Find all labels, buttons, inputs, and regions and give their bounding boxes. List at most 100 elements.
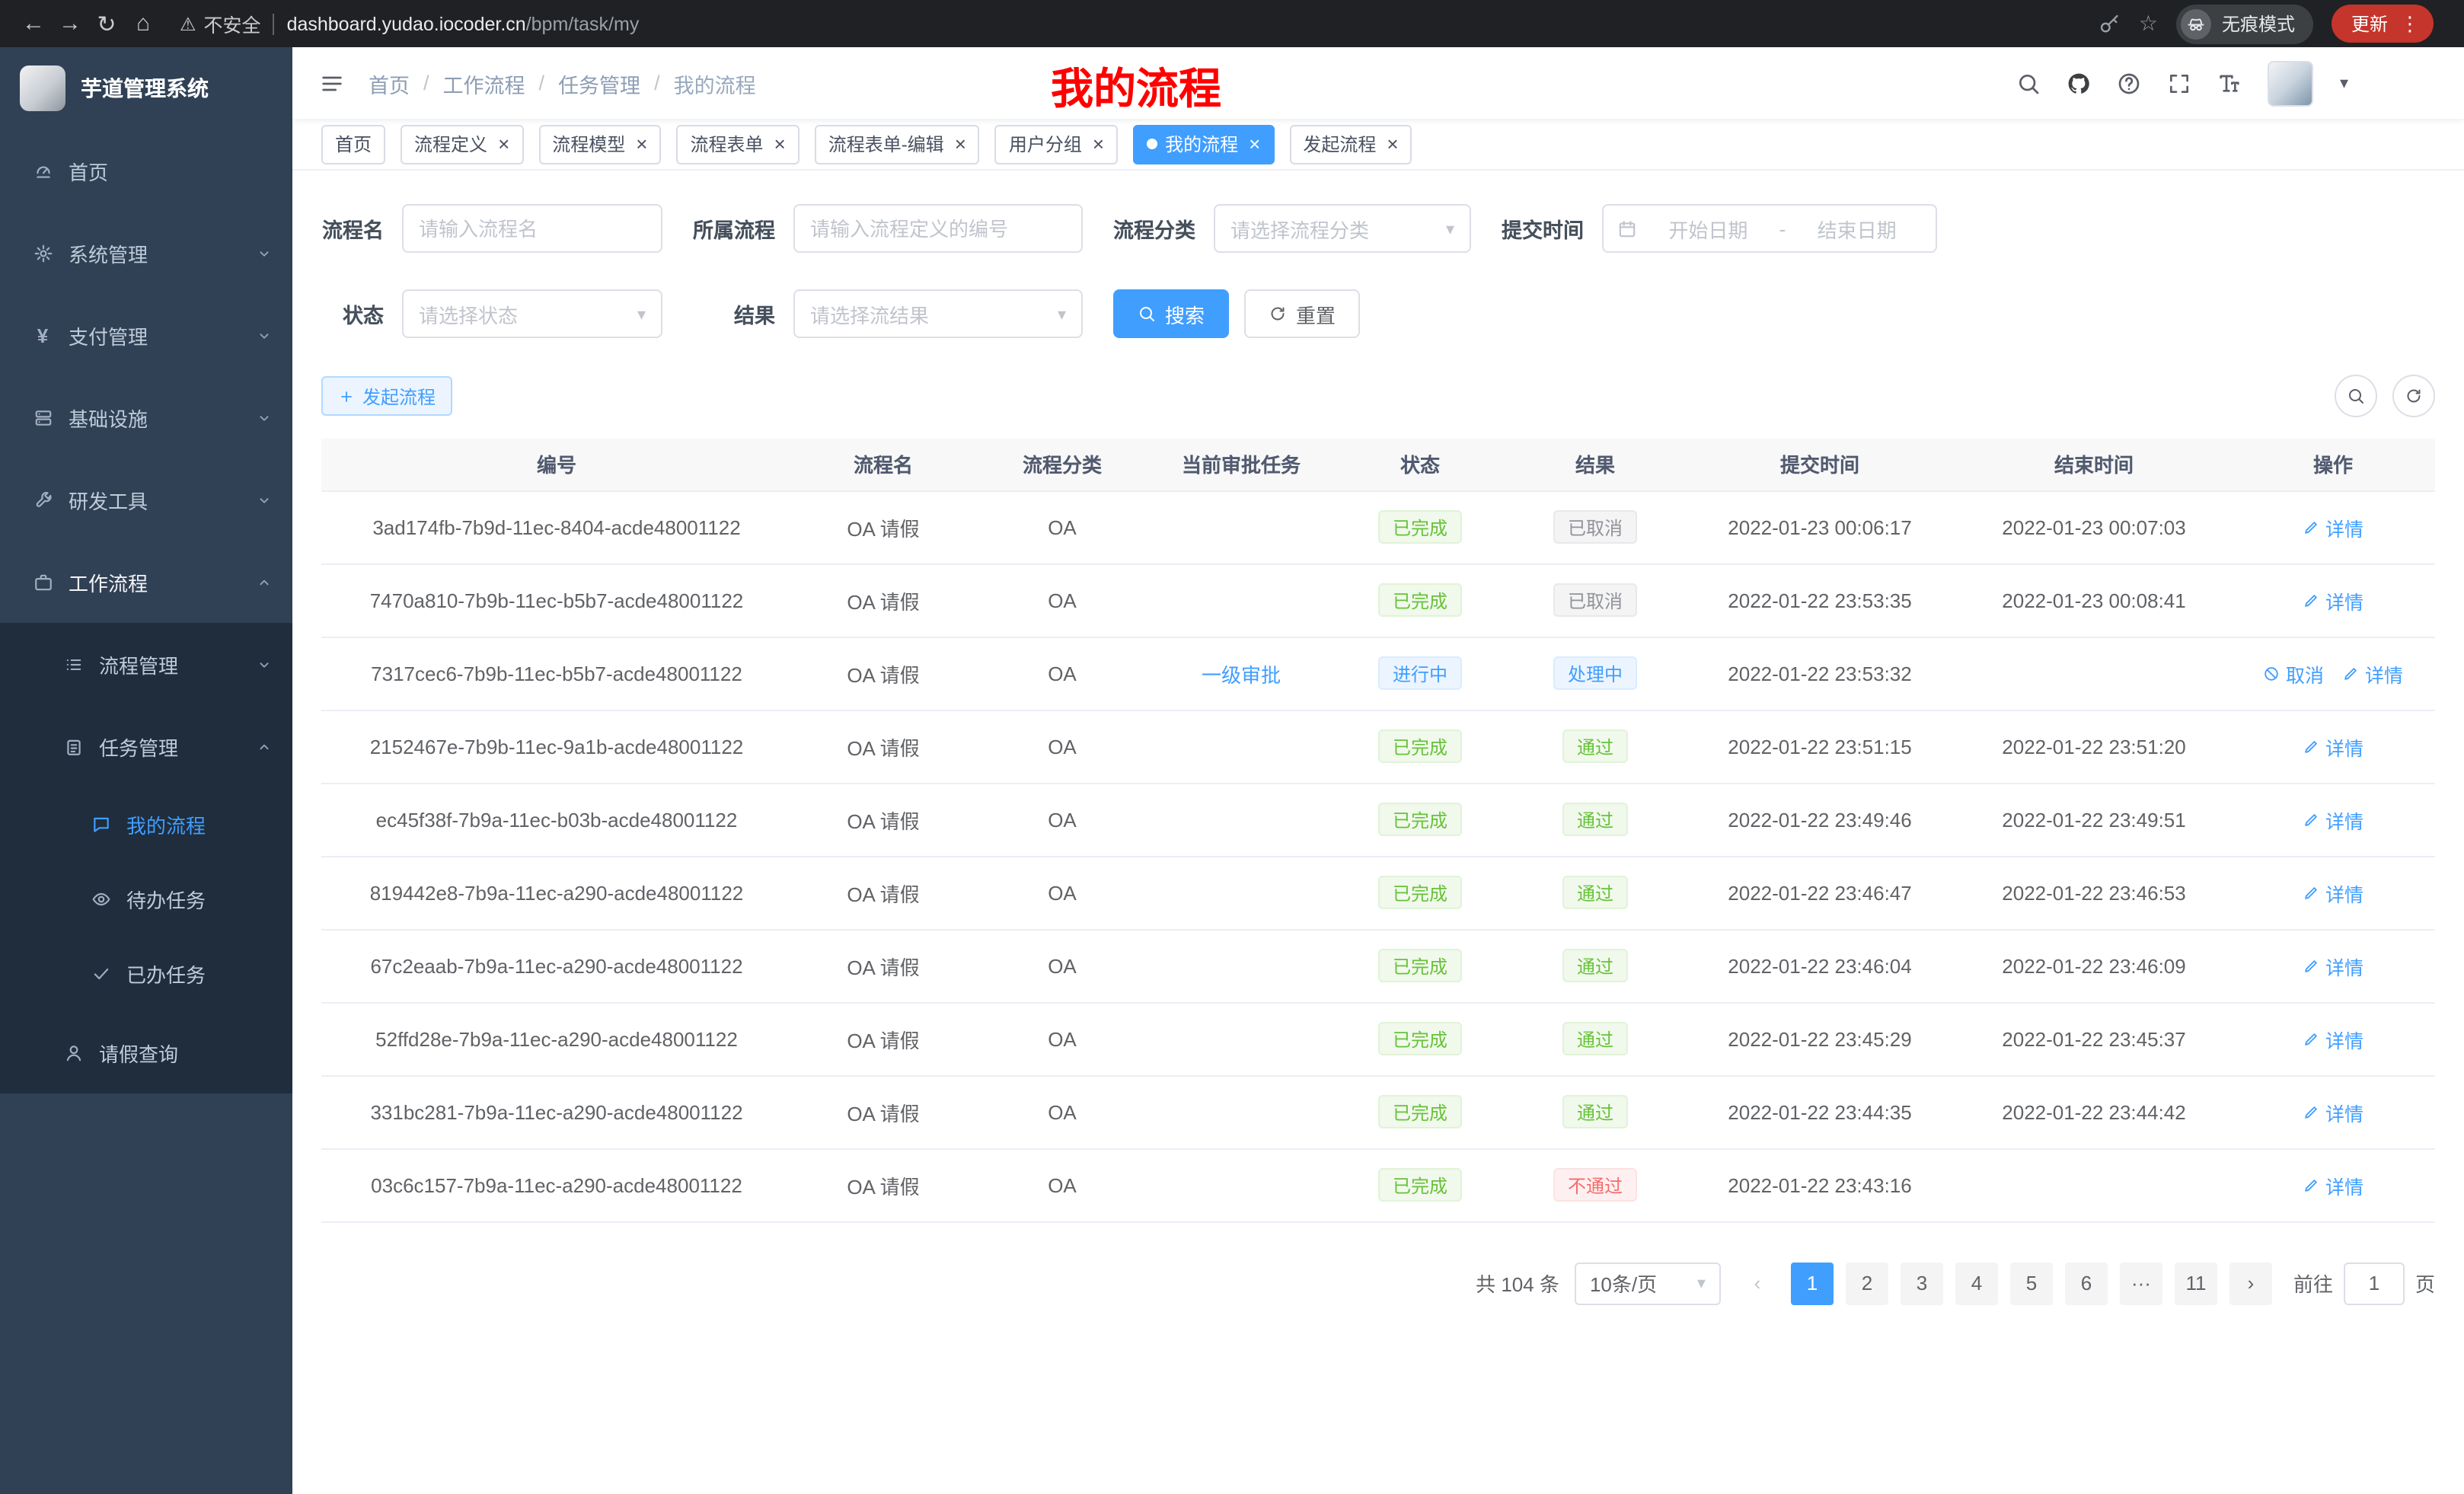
process-category: OA <box>1048 881 1077 904</box>
forward-icon[interactable]: → <box>52 5 88 42</box>
goto-page-input[interactable] <box>2344 1262 2405 1304</box>
security-warning[interactable]: ⚠ 不安全 <box>180 9 261 38</box>
page-button[interactable]: 3 <box>1901 1262 1943 1304</box>
detail-action[interactable]: 详情 <box>2303 512 2363 541</box>
sidebar-item-label: 研发工具 <box>69 485 148 514</box>
home-icon[interactable]: ⌂ <box>125 5 161 42</box>
create-process-button[interactable]: 发起流程 <box>321 376 452 416</box>
tab-close-icon[interactable]: × <box>1093 134 1104 154</box>
browser-menu-icon[interactable]: ⋮ <box>2400 11 2420 36</box>
page-button[interactable]: 2 <box>1846 1262 1888 1304</box>
sidebar-item[interactable]: 研发工具 <box>0 458 292 541</box>
tab-active[interactable]: 我的流程× <box>1133 124 1274 164</box>
tab-4[interactable]: 流程表单-编辑× <box>815 124 980 164</box>
page-size-value: 10条/页 <box>1590 1269 1657 1298</box>
sidebar-item[interactable]: 流程管理 <box>0 623 292 705</box>
cell-current-task <box>1150 563 1333 637</box>
sidebar-item[interactable]: 基础设施 <box>0 376 292 458</box>
status-select[interactable]: 请选择状态 ▾ <box>402 289 662 338</box>
process-name-input[interactable] <box>402 204 662 253</box>
breadcrumb-item[interactable]: 首页 <box>369 68 410 98</box>
tab-close-icon[interactable]: × <box>636 134 647 154</box>
sidebar-item[interactable]: 我的流程 <box>0 787 292 862</box>
password-key-icon[interactable] <box>2099 13 2121 34</box>
tab-close-icon[interactable]: × <box>1249 134 1260 154</box>
table-row: 2152467e-7b9b-11ec-9a1b-acde48001122OA 请… <box>321 710 2435 783</box>
header-search-icon[interactable] <box>2017 71 2041 95</box>
breadcrumb-item[interactable]: 任务管理 <box>558 68 640 98</box>
process-id: 52ffd28e-7b9a-11ec-a290-acde48001122 <box>375 1027 738 1050</box>
app-logo-row[interactable]: 芋道管理系统 <box>0 47 292 129</box>
page-button[interactable]: 11 <box>2175 1262 2217 1304</box>
detail-action[interactable]: 详情 <box>2342 659 2403 688</box>
result-tag: 已取消 <box>1554 510 1636 544</box>
detail-action[interactable]: 详情 <box>2303 1024 2363 1053</box>
cell-current-task <box>1150 1002 1333 1075</box>
sidebar-item[interactable]: 已办任务 <box>0 937 292 1011</box>
process-name: OA 请假 <box>847 736 919 759</box>
column-header: 结束时间 <box>1957 439 2231 490</box>
process-definition-input[interactable] <box>793 204 1083 253</box>
page-button[interactable]: 6 <box>2065 1262 2108 1304</box>
submit-time-range-picker[interactable]: 开始日期 - 结束日期 <box>1602 204 1937 253</box>
help-icon[interactable] <box>2118 71 2142 95</box>
tab-close-icon[interactable]: × <box>1387 134 1398 154</box>
back-icon[interactable]: ← <box>15 5 52 42</box>
detail-action[interactable]: 详情 <box>2303 951 2363 980</box>
font-size-icon[interactable] <box>2218 71 2242 95</box>
submit-time-label: 提交时间 <box>1502 213 1584 244</box>
detail-action[interactable]: 详情 <box>2303 1097 2363 1126</box>
avatar-caret-icon[interactable]: ▾ <box>2340 73 2348 93</box>
sidebar-item[interactable]: 任务管理 <box>0 705 292 787</box>
address-bar[interactable]: ⚠ 不安全 dashboard.yudao.iocoder.cn/bpm/tas… <box>180 9 639 38</box>
github-icon[interactable] <box>2067 71 2092 95</box>
tab-close-icon[interactable]: × <box>498 134 509 154</box>
sidebar-item[interactable]: 系统管理 <box>0 212 292 294</box>
tab-2[interactable]: 流程模型× <box>538 124 661 164</box>
reset-button[interactable]: 重置 <box>1244 289 1360 338</box>
toggle-search-icon[interactable] <box>2335 375 2377 417</box>
tab-close-icon[interactable]: × <box>774 134 786 154</box>
cell-actions: 取消详情 <box>2231 637 2435 710</box>
reload-icon[interactable]: ↻ <box>88 5 125 42</box>
tab-5[interactable]: 用户分组× <box>995 124 1118 164</box>
user-avatar[interactable] <box>2268 60 2314 106</box>
detail-action[interactable]: 详情 <box>2303 586 2363 615</box>
result-select[interactable]: 请选择流结果 ▾ <box>793 289 1083 338</box>
page-button[interactable]: 4 <box>1955 1262 1998 1304</box>
sidebar-toggle-icon[interactable] <box>320 71 344 95</box>
sidebar-item[interactable]: 工作流程 <box>0 541 292 623</box>
browser-update-button[interactable]: 更新 ⋮ <box>2332 5 2434 43</box>
detail-action[interactable]: 详情 <box>2303 732 2363 761</box>
prev-page-button[interactable]: ‹ <box>1736 1262 1779 1304</box>
sidebar-item[interactable]: 待办任务 <box>0 862 292 937</box>
column-header: 操作 <box>2231 439 2435 490</box>
pencil-icon <box>2303 811 2319 828</box>
tab-0[interactable]: 首页 <box>321 124 385 164</box>
tab-close-icon[interactable]: × <box>955 134 966 154</box>
refresh-table-icon[interactable] <box>2392 375 2435 417</box>
tab-1[interactable]: 流程定义× <box>401 124 523 164</box>
detail-action[interactable]: 详情 <box>2303 1170 2363 1199</box>
page-size-select[interactable]: 10条/页 ▾ <box>1575 1262 1721 1304</box>
tab-7[interactable]: 发起流程× <box>1289 124 1412 164</box>
next-page-button[interactable]: › <box>2229 1262 2272 1304</box>
bookmark-star-icon[interactable]: ☆ <box>2139 11 2158 37</box>
breadcrumb-item[interactable]: 工作流程 <box>443 68 525 98</box>
cell-id: ec45f38f-7b9a-11ec-b03b-acde48001122 <box>321 783 792 856</box>
page-button[interactable]: 5 <box>2010 1262 2053 1304</box>
sidebar-item[interactable]: ¥支付管理 <box>0 294 292 376</box>
cancel-action[interactable]: 取消 <box>2263 659 2324 688</box>
current-task-link[interactable]: 一级审批 <box>1202 663 1281 686</box>
category-select[interactable]: 请选择流程分类 ▾ <box>1214 204 1471 253</box>
page-button[interactable]: 1 <box>1791 1262 1834 1304</box>
search-button[interactable]: 搜索 <box>1113 289 1229 338</box>
sidebar-item[interactable]: 请假查询 <box>0 1011 292 1093</box>
sidebar-item[interactable]: 首页 <box>0 129 292 212</box>
detail-action[interactable]: 详情 <box>2303 878 2363 907</box>
page-ellipsis[interactable]: ··· <box>2120 1262 2162 1304</box>
pencil-icon <box>2303 884 2319 901</box>
tab-3[interactable]: 流程表单× <box>676 124 799 164</box>
fullscreen-icon[interactable] <box>2168 71 2192 95</box>
detail-action[interactable]: 详情 <box>2303 805 2363 834</box>
